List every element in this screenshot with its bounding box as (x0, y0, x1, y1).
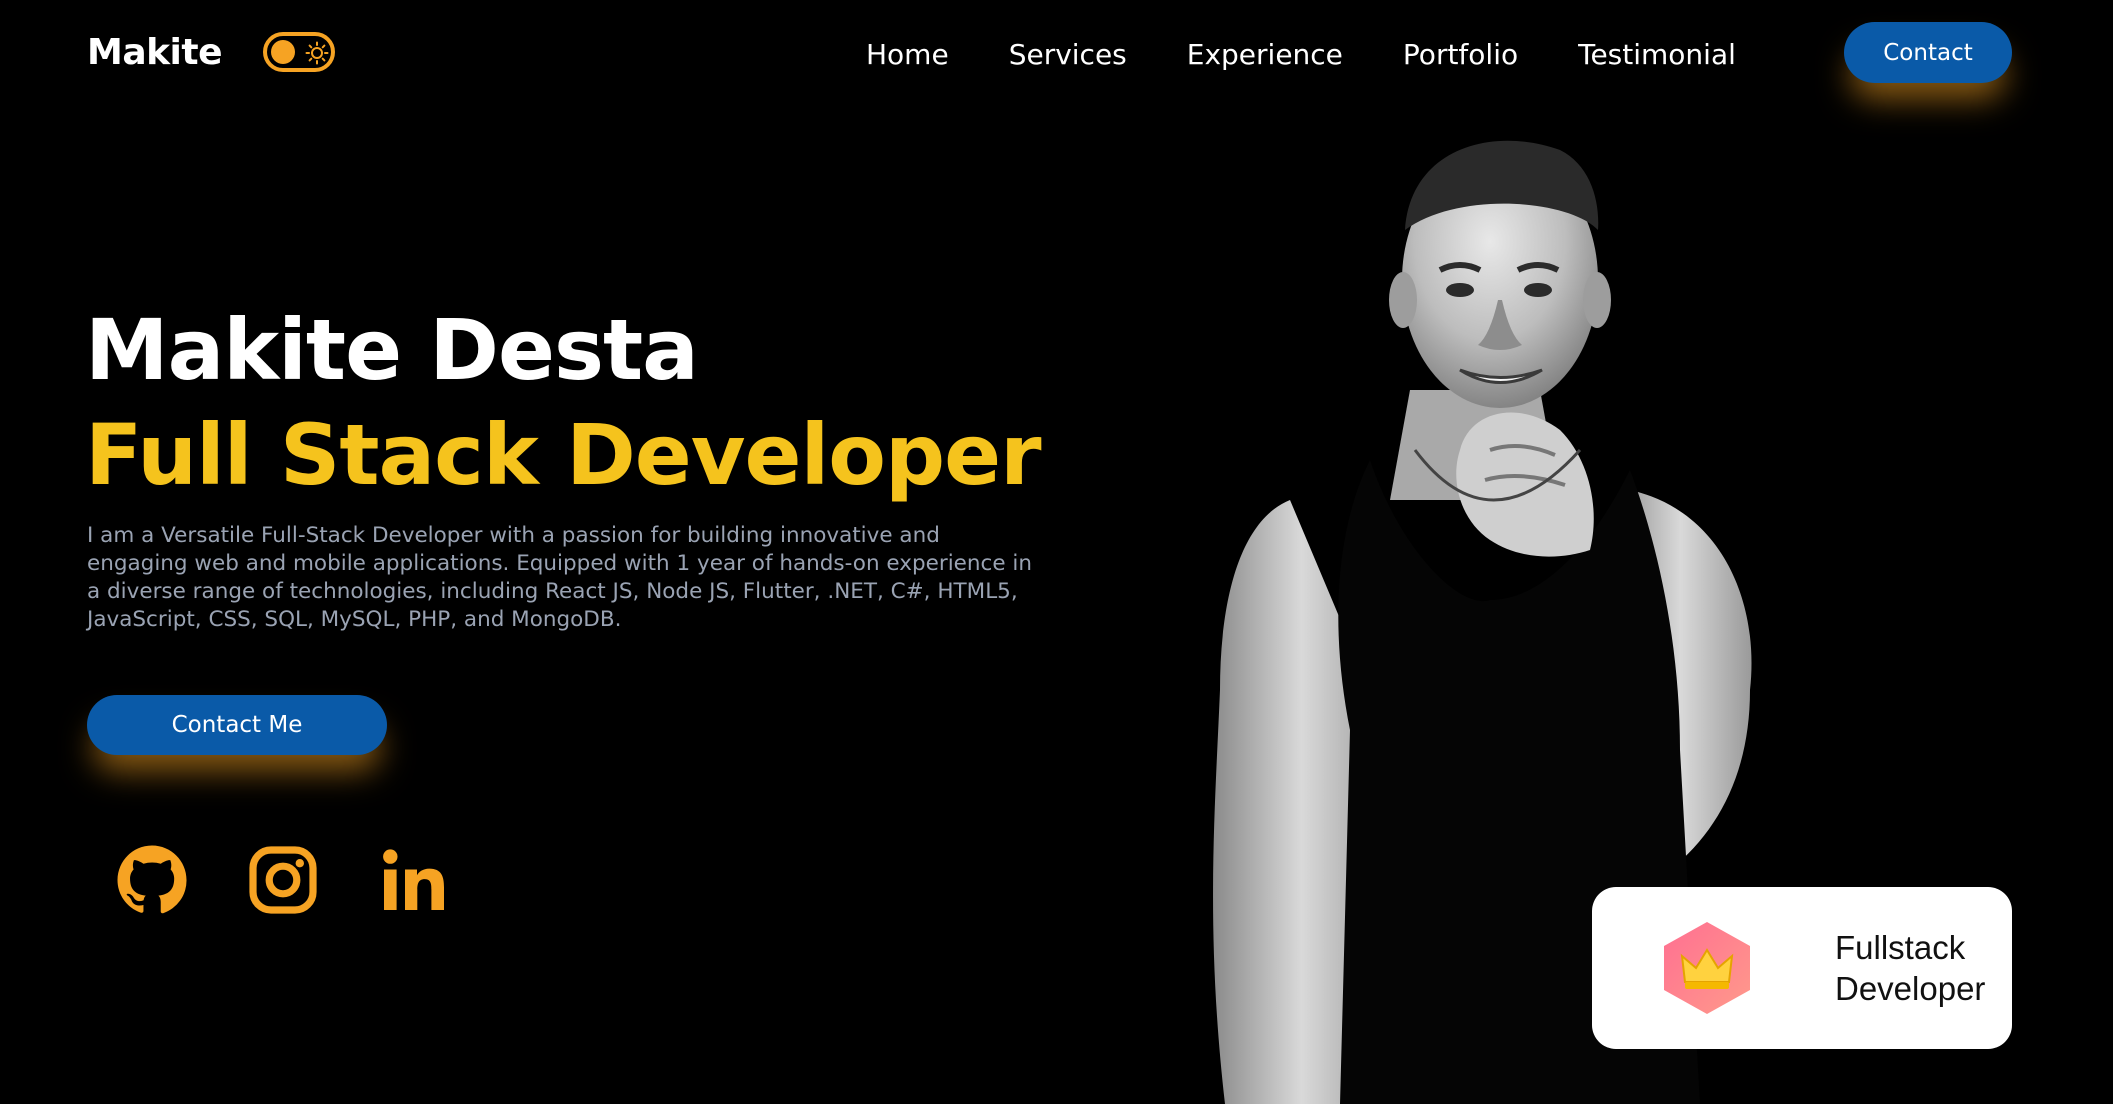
portfolio-page: Makite Home Services Experience Portfoli… (0, 0, 2113, 1104)
linkedin-icon[interactable] (378, 844, 450, 916)
nav-experience[interactable]: Experience (1187, 38, 1343, 71)
nav-contact-button[interactable]: Contact (1844, 22, 2012, 83)
crown-icon (1660, 920, 1754, 1016)
main-nav: Home Services Experience Portfolio Testi… (866, 30, 1736, 78)
nav-services[interactable]: Services (1009, 38, 1127, 71)
instagram-icon[interactable] (247, 844, 319, 916)
sun-icon (305, 41, 329, 65)
badge-label: Fullstack Developer (1835, 929, 1986, 1007)
hero-role: Full Stack Developer (85, 406, 1042, 504)
hero-name: Makite Desta (85, 301, 699, 399)
toggle-knob (271, 40, 295, 64)
nav-home[interactable]: Home (866, 38, 949, 71)
logo[interactable]: Makite (87, 28, 223, 78)
github-icon[interactable] (116, 844, 188, 916)
contact-me-button[interactable]: Contact Me (87, 695, 387, 755)
nav-portfolio[interactable]: Portfolio (1403, 38, 1518, 71)
nav-testimonial[interactable]: Testimonial (1578, 38, 1736, 71)
hero-description: I am a Versatile Full-Stack Developer wi… (87, 523, 1033, 632)
role-badge-card: Fullstack Developer (1592, 887, 2012, 1049)
theme-toggle[interactable] (263, 32, 335, 72)
